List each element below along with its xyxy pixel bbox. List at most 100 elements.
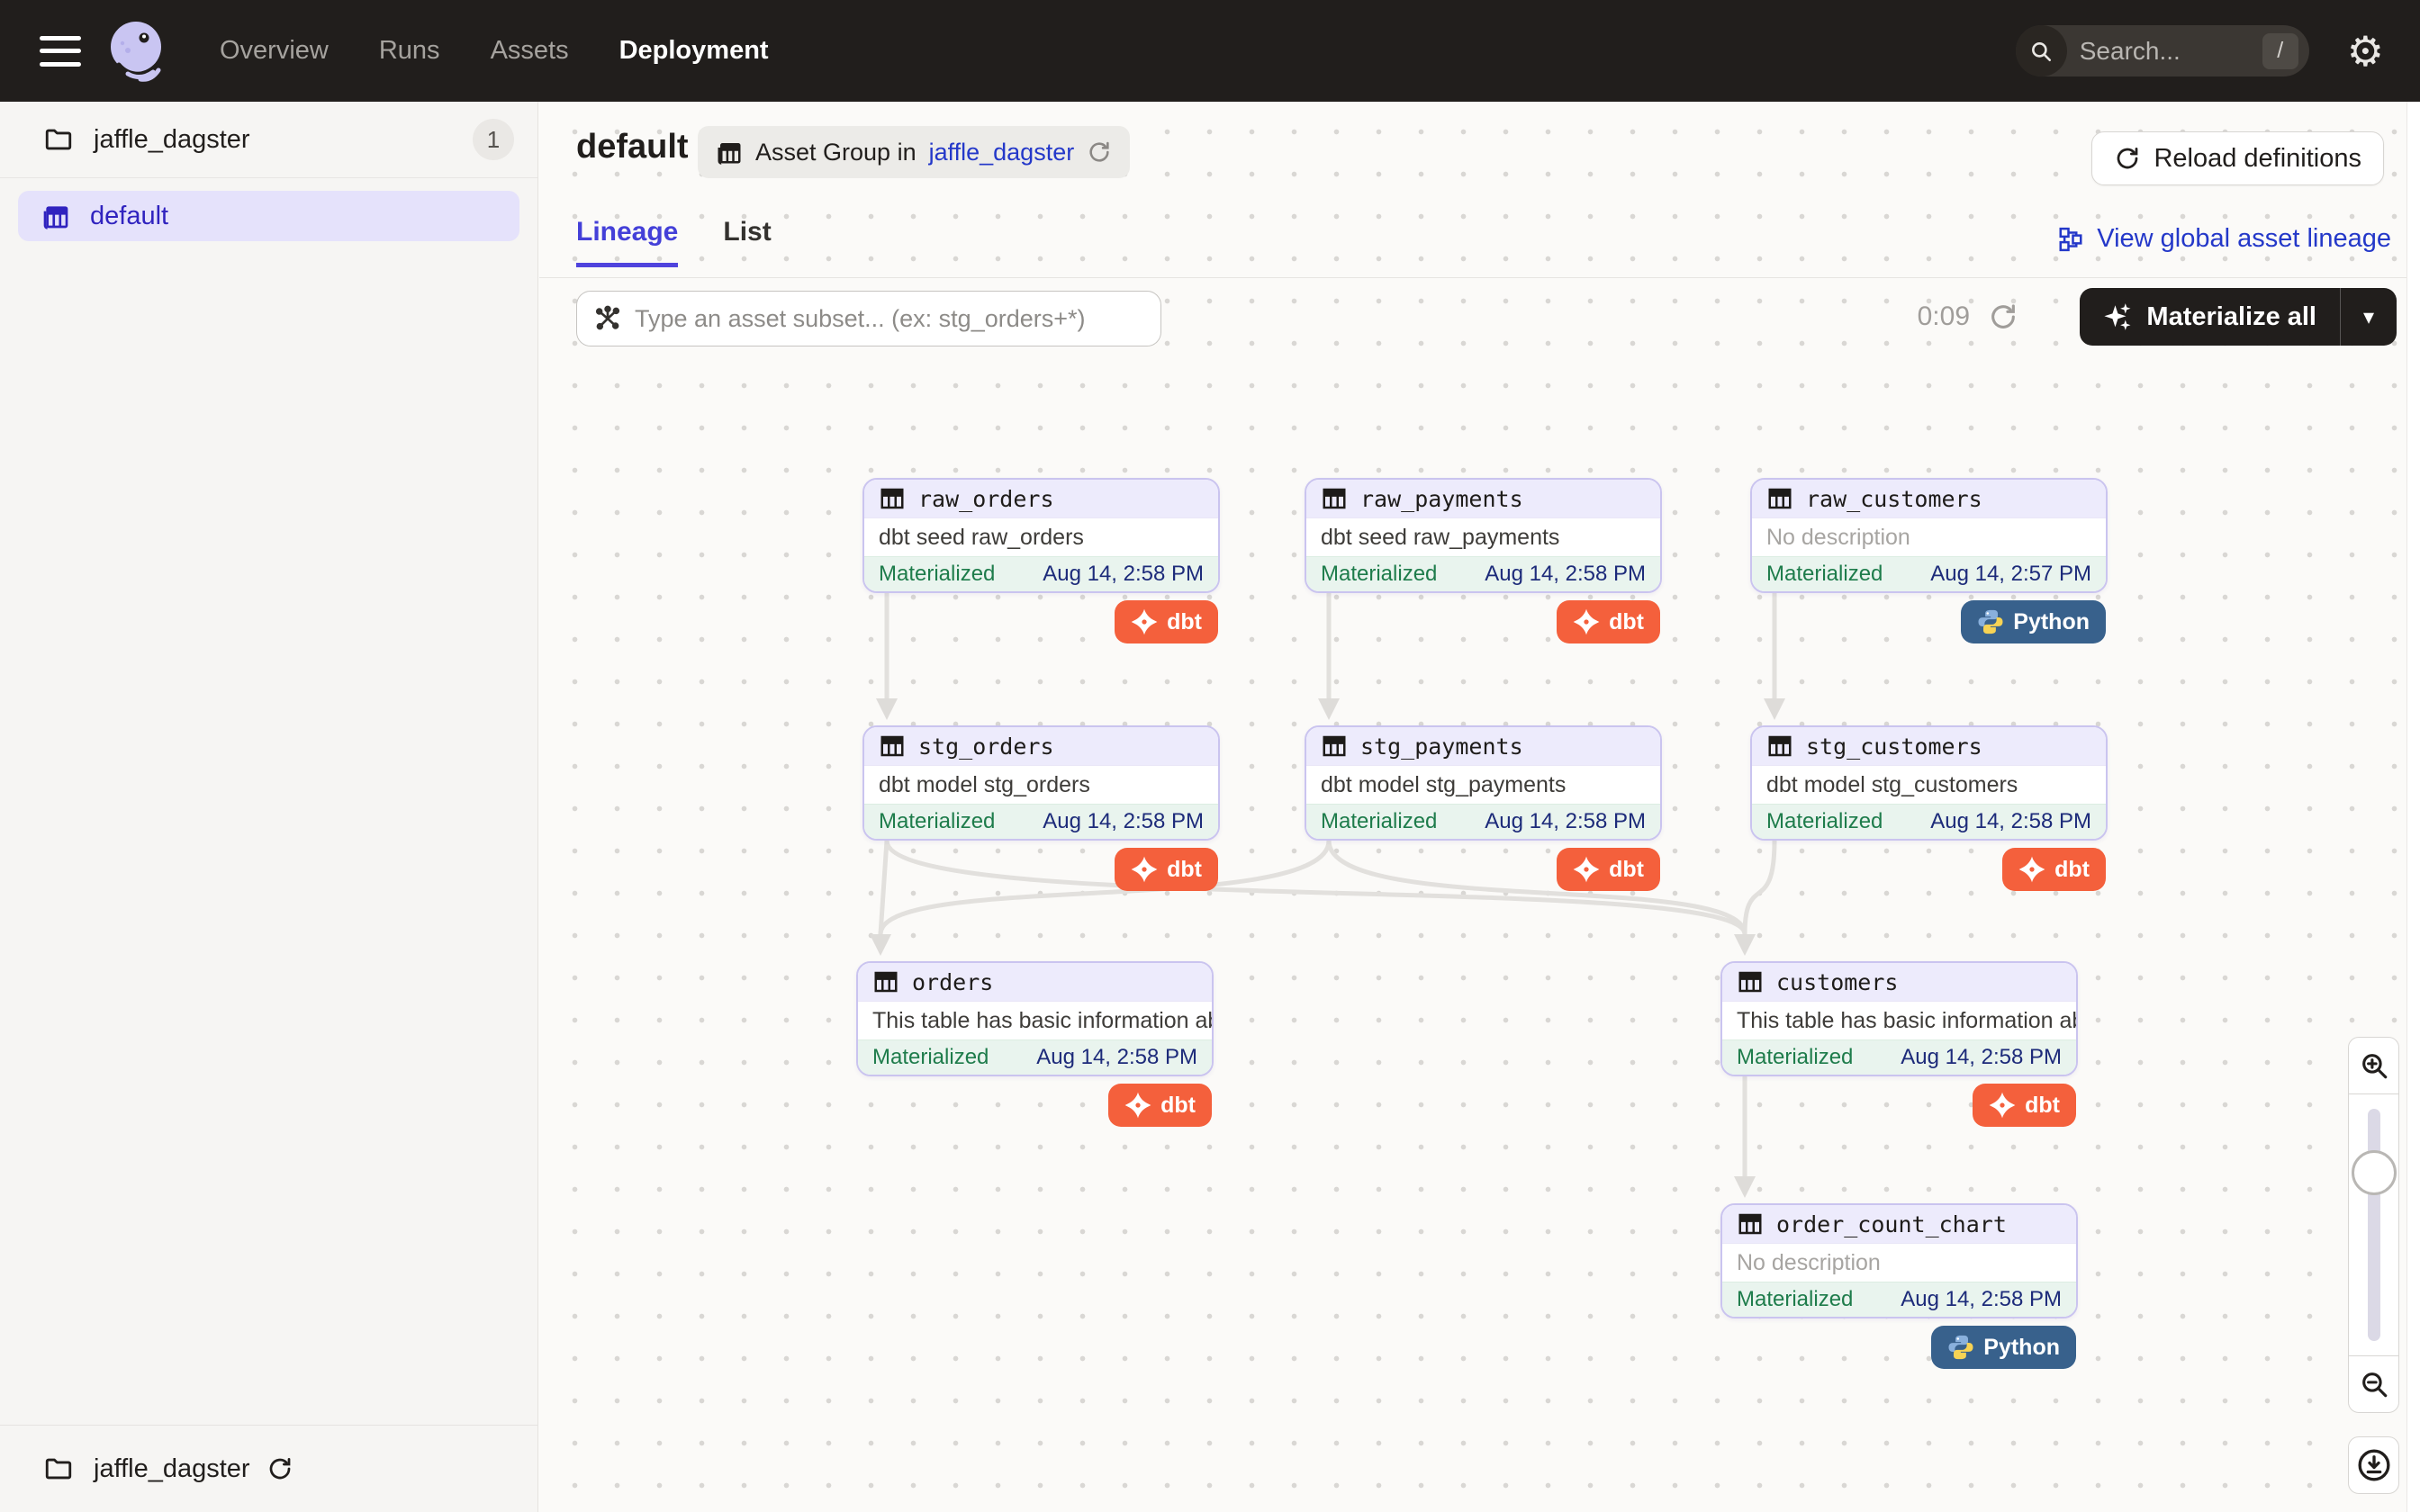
asset-node-header: stg_customers — [1752, 727, 2106, 765]
materialized-timestamp[interactable]: Aug 14, 2:57 PM — [1930, 562, 2091, 587]
lineage-refresh-icon[interactable] — [1988, 302, 2018, 332]
asset-node-stg_customers[interactable]: stg_customersdbt model stg_customersMate… — [1750, 725, 2108, 841]
asset-node-raw_payments[interactable]: raw_paymentsdbt seed raw_paymentsMateria… — [1305, 478, 1662, 593]
sidebar-item-default[interactable]: default — [18, 191, 519, 241]
materialize-options-caret[interactable]: ▾ — [2341, 288, 2397, 346]
asset-node-wrap-order_count_chart: order_count_chartNo descriptionMateriali… — [1720, 1203, 2078, 1318]
asset-group-text: Asset Group in — [755, 139, 917, 166]
zoom-slider-thumb[interactable] — [2352, 1150, 2397, 1195]
asset-name: customers — [1776, 969, 1898, 995]
tab-list[interactable]: List — [723, 217, 771, 267]
asset-node-stg_orders[interactable]: stg_ordersdbt model stg_ordersMaterializ… — [862, 725, 1220, 841]
repo-count-badge: 1 — [473, 119, 514, 160]
badge-label: dbt — [1167, 609, 1202, 635]
asset-node-customers[interactable]: customers This table has basic informatio… — [1720, 961, 2078, 1076]
asset-node-wrap-stg_payments: stg_paymentsdbt model stg_paymentsMateri… — [1305, 725, 1662, 841]
asset-name: orders — [912, 969, 993, 995]
asset-node-orders[interactable]: ordersThis table has basic information a… — [856, 961, 1214, 1076]
refresh-icon[interactable] — [1087, 140, 1112, 165]
nav-runs[interactable]: Runs — [379, 36, 440, 66]
tab-lineage[interactable]: Lineage — [576, 217, 678, 267]
materialized-timestamp[interactable]: Aug 14, 2:58 PM — [1930, 809, 2091, 834]
dagster-logo-icon[interactable] — [101, 14, 175, 88]
refresh-icon[interactable] — [266, 1455, 293, 1482]
asset-group-icon — [41, 202, 70, 230]
reload-definitions-button[interactable]: Reload definitions — [2091, 131, 2384, 185]
materialized-timestamp[interactable]: Aug 14, 2:58 PM — [1036, 1045, 1197, 1070]
materialized-status: Materialized — [879, 562, 995, 587]
menu-icon[interactable] — [40, 36, 81, 67]
asset-node-wrap-customers: customers This table has basic informatio… — [1720, 961, 2078, 1076]
search-shortcut-key: / — [2262, 33, 2298, 69]
dbt-logo-icon — [1573, 608, 1600, 635]
asset-description: dbt model stg_orders — [864, 765, 1218, 804]
zoom-slider-track[interactable] — [2368, 1109, 2380, 1341]
materialized-timestamp[interactable]: Aug 14, 2:58 PM — [1901, 1287, 2062, 1312]
settings-gear-icon[interactable]: ⚙ — [2347, 31, 2384, 72]
dbt-badge[interactable]: dbt — [1557, 848, 1660, 891]
table-icon — [879, 733, 906, 760]
asset-subset-input[interactable]: Type an asset subset... (ex: stg_orders+… — [576, 291, 1161, 346]
python-badge[interactable]: Python — [1961, 600, 2106, 644]
dbt-badge[interactable]: dbt — [1557, 600, 1660, 644]
asset-name: raw_payments — [1360, 486, 1523, 512]
materialized-timestamp[interactable]: Aug 14, 2:58 PM — [1485, 809, 1646, 834]
badge-label: dbt — [2054, 857, 2090, 883]
zoom-out-button[interactable] — [2348, 1355, 2399, 1413]
asset-name: order_count_chart — [1776, 1211, 2007, 1238]
asset-node-footer: MaterializedAug 14, 2:58 PM — [1306, 804, 1660, 839]
zoom-in-button[interactable] — [2348, 1037, 2399, 1094]
asset-node-footer: MaterializedAug 14, 2:57 PM — [1752, 556, 2106, 591]
dbt-badge[interactable]: dbt — [1973, 1084, 2076, 1127]
asset-node-footer: Materialized Aug 14, 2:58 PM — [864, 804, 1218, 839]
dbt-badge[interactable]: dbt — [2002, 848, 2106, 891]
materialized-timestamp[interactable]: Aug 14, 2:58 PM — [1485, 562, 1646, 587]
page-title: default — [576, 128, 689, 166]
nav-assets[interactable]: Assets — [491, 36, 569, 66]
sparkle-icon — [2103, 302, 2134, 332]
search-input[interactable]: Search... / — [2016, 25, 2309, 76]
sidebar-footer: jaffle_dagster — [0, 1425, 537, 1512]
view-global-asset-lineage-link[interactable]: View global asset lineage — [2057, 224, 2391, 254]
top-navbar: Overview Runs Assets Deployment Search..… — [0, 0, 2420, 102]
asset-name: stg_orders — [918, 734, 1054, 760]
asset-node-header: raw_customers — [1752, 480, 2106, 518]
asset-node-order_count_chart[interactable]: order_count_chartNo descriptionMateriali… — [1720, 1203, 2078, 1318]
materialized-timestamp[interactable]: Aug 14, 2:58 PM — [1901, 1045, 2062, 1070]
materialize-all-button[interactable]: Materialize all ▾ — [2080, 288, 2397, 346]
asset-node-stg_payments[interactable]: stg_paymentsdbt model stg_paymentsMateri… — [1305, 725, 1662, 841]
zoom-slider — [2348, 1094, 2399, 1355]
materialized-status: Materialized — [879, 809, 995, 834]
dbt-badge[interactable]: dbt — [1115, 848, 1218, 891]
materialized-timestamp[interactable]: Aug 14, 2:58 PM — [1043, 809, 1204, 834]
table-icon — [1766, 733, 1793, 760]
main-content: default Asset Group in jaffle_dagster Re… — [539, 102, 2420, 1512]
nav-deployment[interactable]: Deployment — [619, 36, 769, 66]
badge-label: dbt — [1167, 857, 1202, 883]
asset-description: This table has basic information about .… — [1722, 1001, 2076, 1040]
materialized-timestamp[interactable]: Aug 14, 2:58 PM — [1043, 562, 1204, 587]
asset-node-header: stg_orders — [864, 727, 1218, 765]
asset-node-wrap-raw_orders: raw_ordersdbt seed raw_ordersMaterialize… — [862, 478, 1220, 593]
tabs-divider — [539, 277, 2420, 278]
navbar-right: Search... / ⚙ — [2016, 25, 2420, 76]
download-graph-button[interactable] — [2348, 1436, 2399, 1494]
asset-node-header: order_count_chart — [1722, 1205, 2076, 1243]
view-global-asset-lineage-label: View global asset lineage — [2097, 224, 2391, 254]
dbt-badge[interactable]: dbt — [1115, 600, 1218, 644]
nav-overview[interactable]: Overview — [220, 36, 329, 66]
badge-label: dbt — [1609, 609, 1644, 635]
scrollbar-track[interactable] — [2406, 102, 2420, 1512]
python-badge[interactable]: Python — [1931, 1326, 2076, 1369]
sidebar-repo-jaffle-dagster[interactable]: jaffle_dagster 1 — [0, 102, 537, 178]
asset-node-wrap-raw_payments: raw_paymentsdbt seed raw_paymentsMateria… — [1305, 478, 1662, 593]
dagster-app: Overview Runs Assets Deployment Search..… — [0, 0, 2420, 1512]
badge-label: Python — [1983, 1335, 2060, 1361]
dbt-badge[interactable]: dbt — [1108, 1084, 1212, 1127]
asset-name: stg_payments — [1360, 734, 1523, 760]
materialized-status: Materialized — [1766, 809, 1883, 834]
materialized-status: Materialized — [1321, 562, 1437, 587]
asset-node-raw_customers[interactable]: raw_customersNo descriptionMaterializedA… — [1750, 478, 2108, 593]
asset-node-raw_orders[interactable]: raw_ordersdbt seed raw_ordersMaterialize… — [862, 478, 1220, 593]
asset-group-repo-link[interactable]: jaffle_dagster — [929, 139, 1075, 166]
